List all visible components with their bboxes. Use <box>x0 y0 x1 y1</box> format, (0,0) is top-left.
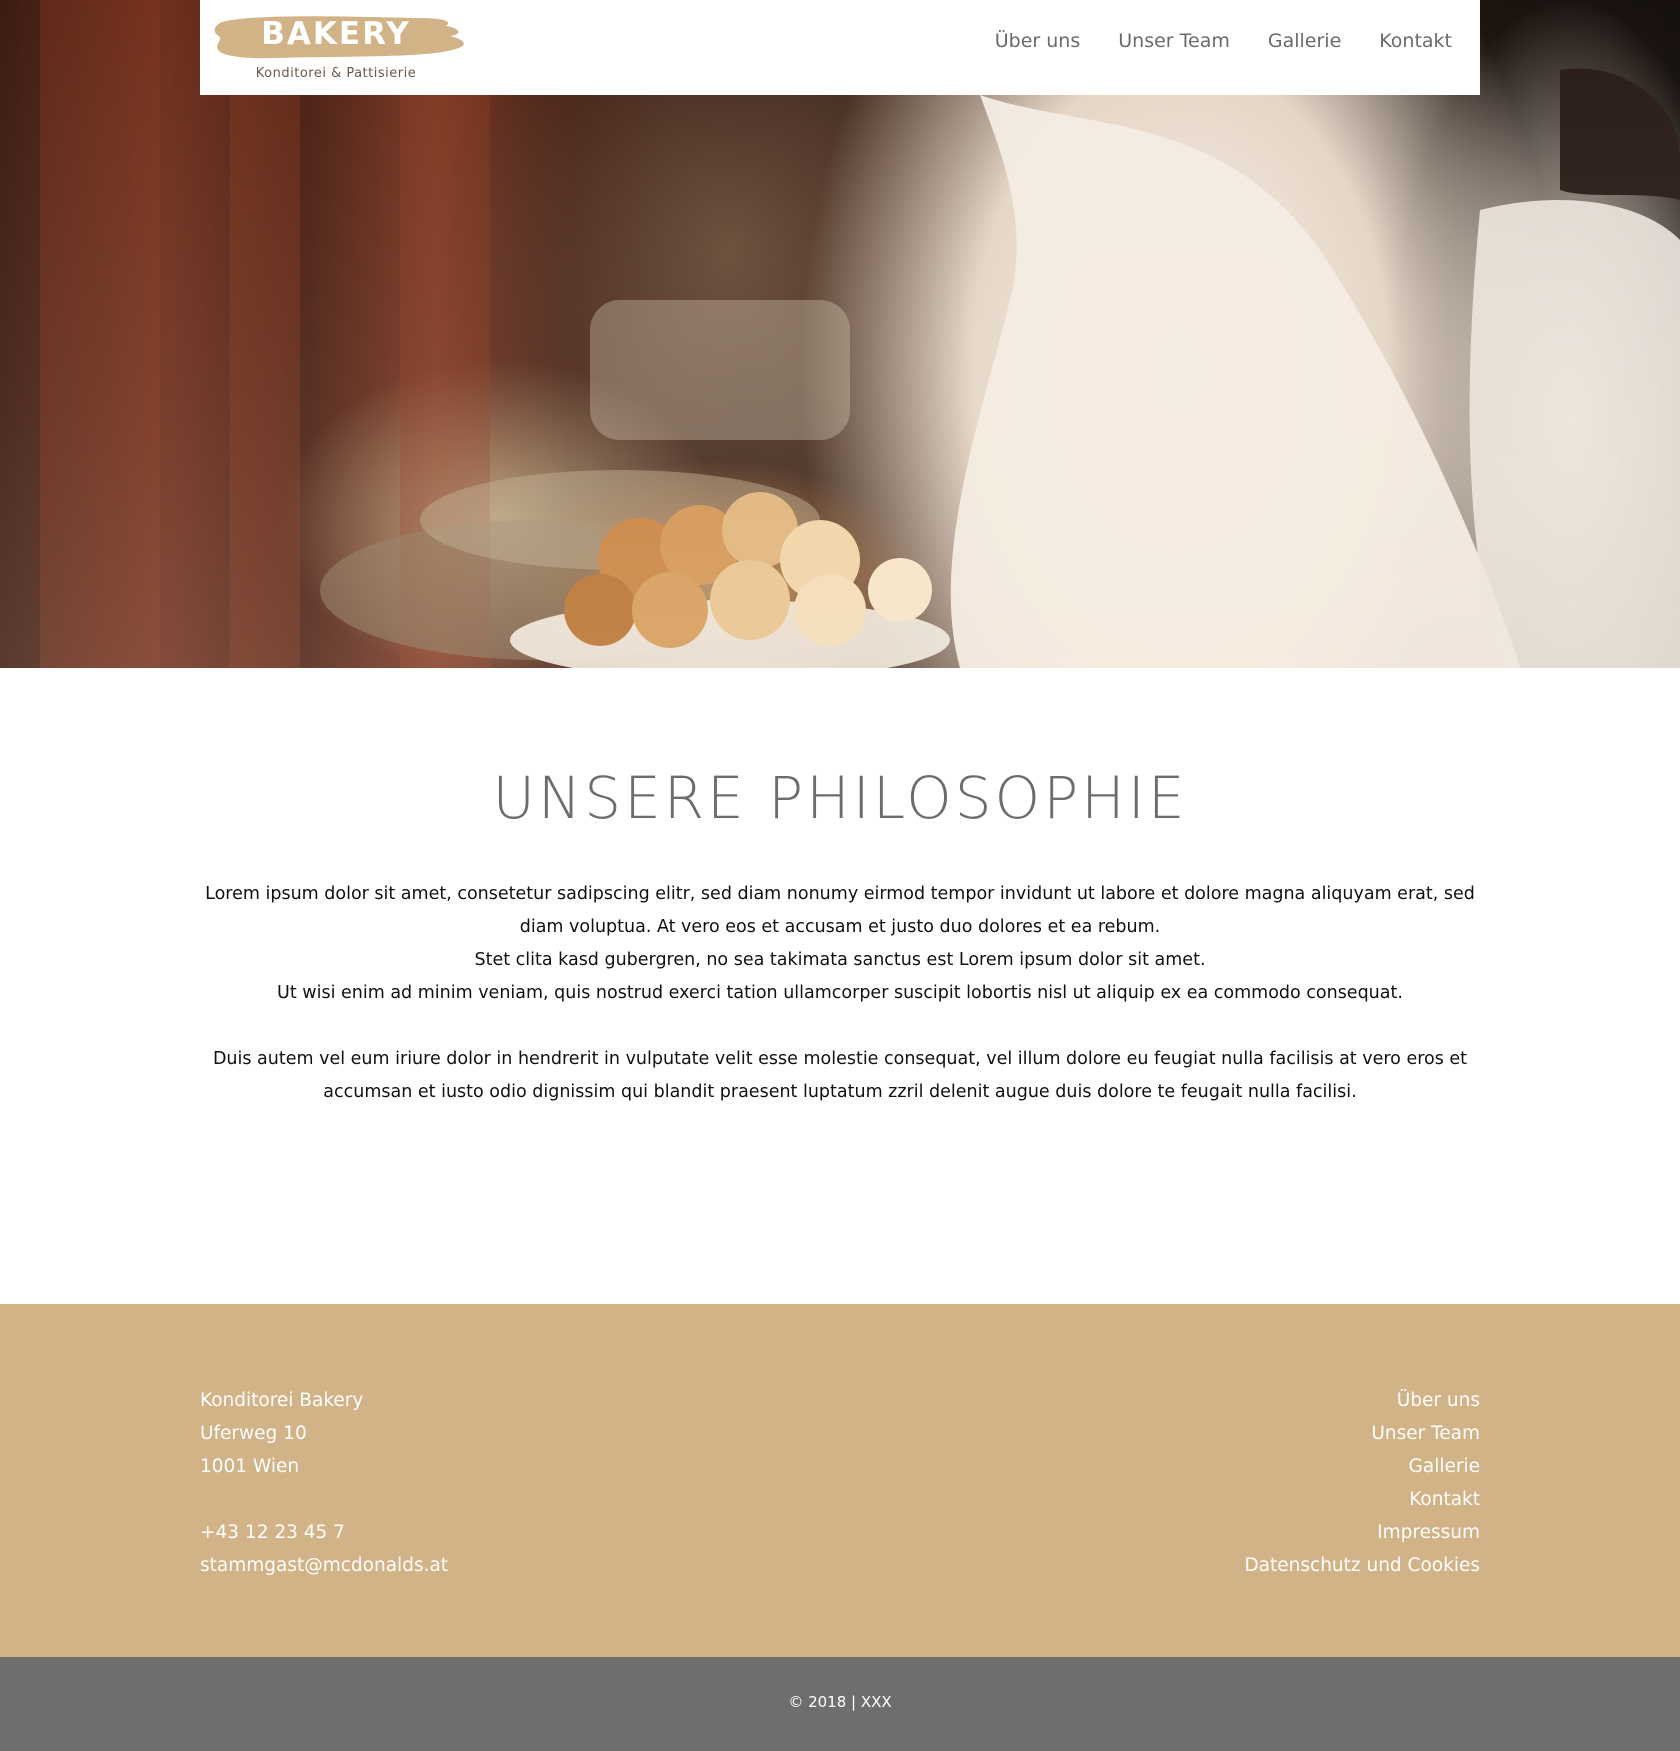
footer-links: Über uns Unser Team Gallerie Kontakt Imp… <box>1244 1384 1480 1582</box>
section-title: UNSERE PHILOSOPHIE <box>492 764 1188 832</box>
bakery-logo[interactable]: BAKERY Konditorei & Pattisierie <box>214 12 470 84</box>
footer-email[interactable]: stammgast@mcdonalds.at <box>200 1549 448 1582</box>
hero-image <box>0 0 1680 668</box>
text-line: accumsan et iusto odio dignissim qui bla… <box>323 1082 1357 1102</box>
copyright-text: © 2018 | XXX <box>788 1693 892 1711</box>
logo-title: BAKERY <box>261 16 411 52</box>
footer-link-unser-team[interactable]: Unser Team <box>1244 1417 1480 1450</box>
footer-link-gallerie[interactable]: Gallerie <box>1244 1450 1480 1483</box>
footer-link-kontakt[interactable]: Kontakt <box>1244 1483 1480 1516</box>
footer-spacer <box>200 1483 448 1516</box>
site-footer: Konditorei Bakery Uferweg 10 1001 Wien +… <box>0 1304 1680 1657</box>
text-line: Stet clita kasd gubergren, no sea takima… <box>474 950 1206 970</box>
footer-city: 1001 Wien <box>200 1456 300 1477</box>
philosophy-text: Lorem ipsum dolor sit amet, consetetur s… <box>200 878 1480 1109</box>
footer-phone[interactable]: +43 12 23 45 7 <box>200 1516 448 1549</box>
text-line: Ut wisi enim ad minim veniam, quis nostr… <box>277 983 1403 1003</box>
nav-item-ueber-uns[interactable]: Über uns <box>995 30 1081 52</box>
footer-link-ueber-uns[interactable]: Über uns <box>1244 1384 1480 1417</box>
philosophy-section: UNSERE PHILOSOPHIE Lorem ipsum dolor sit… <box>0 668 1680 1304</box>
footer-address: Konditorei Bakery Uferweg 10 1001 Wien +… <box>200 1384 448 1582</box>
logo-tagline: Konditorei & Pattisierie <box>255 66 417 81</box>
nav-item-gallerie[interactable]: Gallerie <box>1268 30 1341 52</box>
footer-link-datenschutz[interactable]: Datenschutz und Cookies <box>1244 1549 1480 1582</box>
footer-link-impressum[interactable]: Impressum <box>1244 1516 1480 1549</box>
nav-item-unser-team[interactable]: Unser Team <box>1118 30 1230 52</box>
footer-company: Konditorei Bakery <box>200 1390 364 1411</box>
footer-street: Uferweg 10 <box>200 1423 307 1444</box>
nav-item-kontakt[interactable]: Kontakt <box>1379 30 1452 52</box>
copyright-bar: © 2018 | XXX <box>0 1657 1680 1751</box>
text-line: Lorem ipsum dolor sit amet, consetetur s… <box>205 884 1475 904</box>
site-header: BAKERY Konditorei & Pattisierie Über uns… <box>200 0 1480 95</box>
hero-overlay <box>0 0 1680 668</box>
text-line: Duis autem vel eum iriure dolor in hendr… <box>212 1049 1468 1069</box>
main-nav: Über uns Unser Team Gallerie Kontakt <box>995 30 1452 52</box>
text-line: diam voluptua. At vero eos et accusam et… <box>519 917 1161 937</box>
